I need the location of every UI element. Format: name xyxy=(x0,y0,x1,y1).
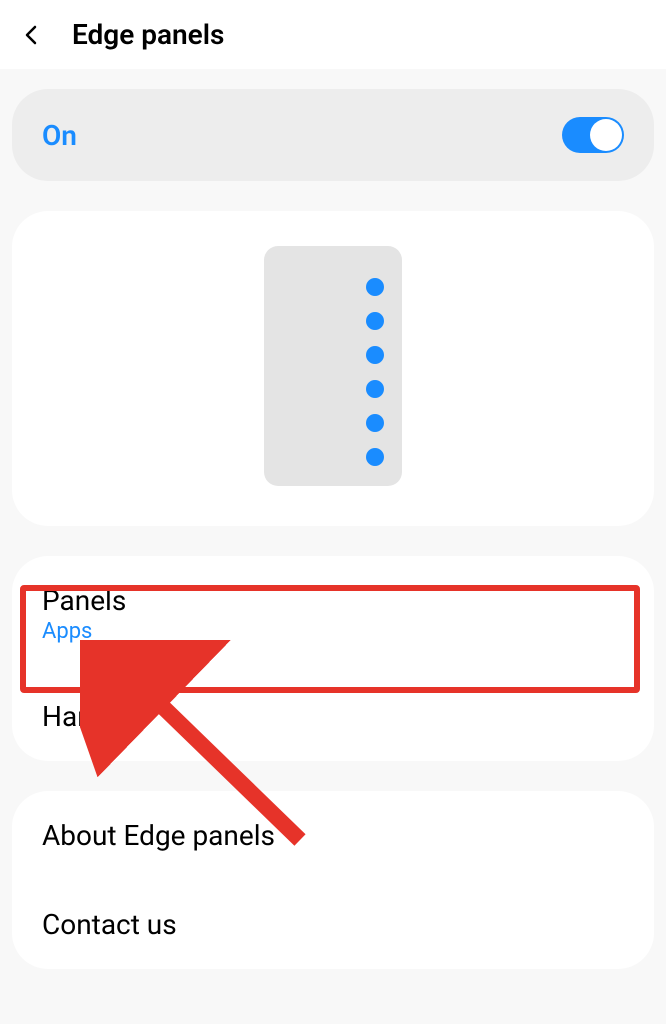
switch-thumb xyxy=(590,119,622,151)
dot-icon xyxy=(366,346,384,364)
dot-icon xyxy=(366,414,384,432)
edge-dots xyxy=(366,278,384,466)
contact-title: Contact us xyxy=(42,908,624,941)
panels-subtitle: Apps xyxy=(42,619,624,644)
about-title: About Edge panels xyxy=(42,819,624,852)
master-toggle-row[interactable]: On xyxy=(12,89,654,181)
panel-preview[interactable] xyxy=(12,211,654,526)
master-toggle-switch[interactable] xyxy=(562,117,624,153)
panels-item[interactable]: Panels Apps xyxy=(12,556,654,672)
contact-item[interactable]: Contact us xyxy=(12,880,654,969)
dot-icon xyxy=(366,380,384,398)
panels-title: Panels xyxy=(42,584,624,617)
page-title: Edge panels xyxy=(72,18,224,51)
phone-mockup xyxy=(264,246,402,486)
back-icon[interactable] xyxy=(20,23,44,47)
about-item[interactable]: About Edge panels xyxy=(12,791,654,880)
toggle-state-label: On xyxy=(42,119,77,152)
handle-title: Handle xyxy=(42,700,624,733)
dot-icon xyxy=(366,278,384,296)
dot-icon xyxy=(366,448,384,466)
handle-item[interactable]: Handle xyxy=(12,672,654,761)
dot-icon xyxy=(366,312,384,330)
